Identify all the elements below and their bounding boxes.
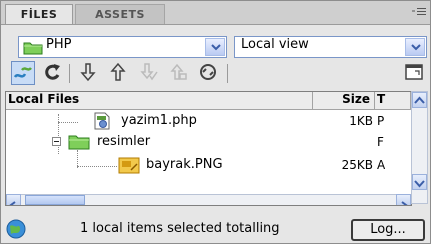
status-text: 1 local items selected totalling — [80, 221, 280, 236]
globe-icon — [5, 218, 27, 243]
toolbar — [11, 61, 427, 87]
file-list-header: Local Files Size T — [6, 92, 411, 110]
down-arrow-icon — [80, 63, 96, 82]
put-button[interactable] — [107, 61, 131, 85]
chevron-up-icon — [414, 96, 425, 104]
status-bar: 1 local items selected totalling Log... — [1, 215, 430, 243]
scroll-up-button[interactable] — [412, 92, 427, 108]
chevron-left-icon — [9, 201, 16, 205]
file-list: Local Files Size T yazim1.php 1KB P resi… — [5, 91, 412, 206]
panel-tab-bar: FİLES ASSETS — [1, 1, 430, 25]
folder-icon — [23, 40, 43, 59]
log-button[interactable]: Log... — [351, 219, 425, 241]
refresh-icon — [45, 64, 60, 80]
folder-name: resimler — [97, 134, 151, 149]
chevron-down-icon[interactable] — [405, 38, 425, 56]
horizontal-scrollbar[interactable] — [6, 194, 411, 205]
column-header-local-files[interactable]: Local Files — [6, 92, 313, 109]
toolbar-divider — [227, 64, 228, 83]
file-size: 1KB — [349, 114, 373, 128]
toolbar-divider — [69, 64, 70, 83]
tab-assets[interactable]: ASSETS — [75, 4, 165, 24]
list-item[interactable]: resimler F — [6, 132, 411, 152]
scroll-down-button[interactable] — [412, 174, 427, 190]
horizontal-scroll-thumb[interactable] — [25, 195, 85, 205]
view-select[interactable]: Local view — [234, 36, 427, 58]
vertical-scrollbar[interactable] — [411, 91, 428, 204]
file-type: A — [377, 158, 386, 172]
check-out-button[interactable] — [137, 61, 161, 85]
refresh-button[interactable] — [41, 61, 65, 85]
check-out-icon — [140, 63, 158, 81]
chevron-right-icon — [401, 201, 408, 205]
list-item[interactable]: bayrak.PNG 25KB A — [6, 155, 411, 175]
site-select-value: PHP — [46, 37, 72, 52]
connect-icon — [13, 67, 32, 78]
file-type: P — [377, 114, 385, 128]
synchronize-button[interactable] — [197, 61, 221, 85]
view-select-value: Local view — [241, 37, 309, 52]
column-header-type[interactable]: T — [375, 92, 411, 109]
php-file-icon — [92, 112, 112, 134]
list-item[interactable]: yazim1.php 1KB P — [6, 111, 411, 131]
scroll-left-button[interactable] — [6, 194, 21, 205]
sync-icon — [200, 64, 216, 80]
site-select[interactable]: PHP — [18, 36, 227, 58]
check-in-icon — [170, 63, 187, 80]
file-name: yazim1.php — [121, 113, 197, 128]
collapse-toggle-icon[interactable] — [52, 137, 61, 146]
file-type: F — [377, 135, 384, 149]
expand-icon — [405, 64, 423, 80]
image-file-icon — [118, 155, 142, 178]
file-size: 25KB — [341, 158, 373, 172]
folder-icon — [68, 133, 90, 154]
chevron-down-icon — [414, 180, 425, 188]
get-button[interactable] — [77, 61, 101, 85]
tab-files[interactable]: FİLES — [5, 4, 73, 24]
file-name: bayrak.PNG — [146, 157, 223, 172]
chevron-down-icon[interactable] — [205, 38, 225, 56]
check-in-button[interactable] — [167, 61, 191, 85]
panel-options-menu-icon[interactable] — [412, 4, 426, 20]
files-panel: FİLES ASSETS PHP Local view Local Files … — [0, 0, 431, 244]
scroll-right-button[interactable] — [396, 194, 411, 205]
connect-button[interactable] — [11, 61, 35, 85]
up-arrow-icon — [110, 62, 126, 81]
expand-button[interactable] — [403, 61, 427, 85]
column-header-size[interactable]: Size — [313, 92, 375, 109]
